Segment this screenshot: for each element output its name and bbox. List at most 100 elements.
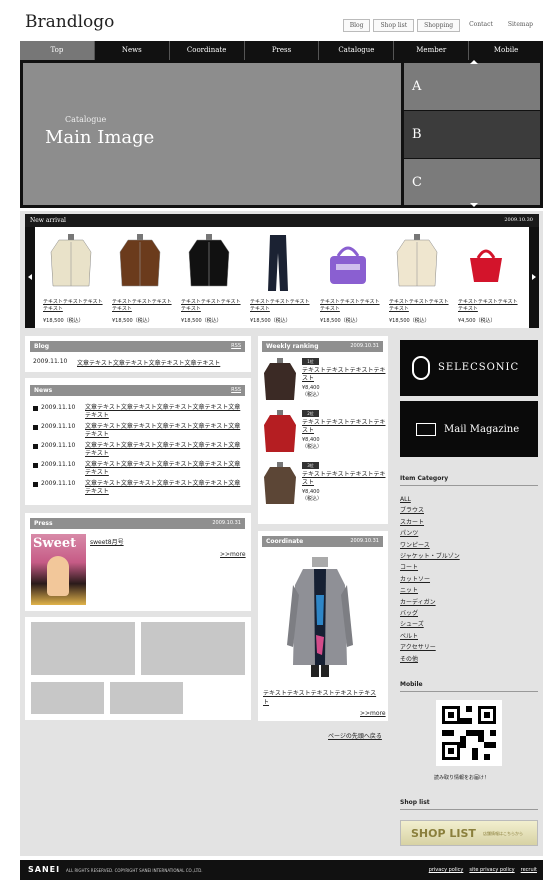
page-top-link[interactable]: ページの先頭へ戻る xyxy=(328,731,382,740)
new-arrival-item-price: ¥18,500（税込） xyxy=(320,318,361,324)
coat-icon xyxy=(49,233,93,293)
util-link-shop-list[interactable]: Shop list xyxy=(373,19,415,32)
ranking-product-name[interactable]: テキストテキストテキストテキスト xyxy=(302,419,386,435)
category-link[interactable]: ジャケット・ブルゾン xyxy=(400,551,538,562)
blog-rss-link[interactable]: RSS xyxy=(231,341,241,352)
ranking-product-image[interactable] xyxy=(263,358,297,402)
category-link[interactable]: バッグ xyxy=(400,608,538,619)
news-text[interactable]: 文章テキスト文章テキスト文章テキスト文章テキスト文章テキスト xyxy=(85,461,245,477)
banner-placeholder-1[interactable] xyxy=(31,622,135,675)
banner-placeholder-4[interactable] xyxy=(110,682,183,714)
news-text[interactable]: 文章テキスト文章テキスト文章テキスト文章テキスト文章テキスト xyxy=(85,442,245,458)
scroll-down-icon[interactable] xyxy=(470,203,478,207)
news-list-item[interactable]: 2009.11.10 文章テキスト文章テキスト文章テキスト文章テキスト文章テキスト xyxy=(33,404,245,420)
magazine-model xyxy=(47,556,69,596)
press-header: Press 2009.10.31 xyxy=(30,518,245,529)
new-arrival-item[interactable]: テキストテキストテキストテキスト ¥4,500（税込） xyxy=(454,233,518,328)
blog-text: 文章テキスト文章テキスト文章テキスト文章テキスト xyxy=(77,360,221,367)
shop-list-banner[interactable]: SHOP LIST 店舗情報はこちらから xyxy=(400,820,538,846)
nav-top[interactable]: Top xyxy=(20,41,94,60)
category-link[interactable]: ベルト xyxy=(400,631,538,642)
coordinate-image[interactable] xyxy=(285,555,355,680)
hero-tab-a[interactable]: A xyxy=(404,63,540,110)
category-link[interactable]: ワンピース xyxy=(400,540,538,551)
qr-code[interactable] xyxy=(436,700,502,766)
nav-mobile[interactable]: Mobile xyxy=(468,41,543,60)
category-link[interactable]: アクセサリー xyxy=(400,642,538,653)
carousel-prev-icon[interactable] xyxy=(25,227,35,328)
new-arrival-item-name[interactable]: テキストテキストテキストテキスト xyxy=(320,299,384,313)
hero-tab-c[interactable]: C xyxy=(404,159,540,205)
new-arrival-item-name[interactable]: テキストテキストテキストテキスト xyxy=(389,299,453,313)
hero-main-image[interactable]: Catalogue Main Image xyxy=(23,63,401,205)
category-link[interactable]: パンツ xyxy=(400,528,538,539)
news-text[interactable]: 文章テキスト文章テキスト文章テキスト文章テキスト文章テキスト xyxy=(85,423,245,439)
new-arrival-item[interactable]: テキストテキストテキストテキスト ¥18,500（税込） xyxy=(385,233,449,328)
category-link[interactable]: カーディガン xyxy=(400,597,538,608)
ranking-product-image[interactable] xyxy=(263,462,297,506)
ranking-product-name[interactable]: テキストテキストテキストテキスト xyxy=(302,471,386,487)
shop-list-banner-sub: 店舗情報はこちらから xyxy=(483,831,523,836)
mail-magazine-banner[interactable]: Mail Magazine xyxy=(400,401,538,457)
news-list-item[interactable]: 2009.11.10 文章テキスト文章テキスト文章テキスト文章テキスト文章テキスト xyxy=(33,423,245,439)
new-arrival-item[interactable]: テキストテキストテキストテキスト ¥18,500（税込） xyxy=(108,233,172,328)
nav-press[interactable]: Press xyxy=(243,41,319,60)
bullet-icon xyxy=(33,406,38,411)
press-more-link[interactable]: >>more xyxy=(220,551,246,558)
blog-entry[interactable]: 2009.11.10 文章テキスト文章テキスト文章テキスト文章テキスト xyxy=(33,358,220,367)
news-list-item[interactable]: 2009.11.10 文章テキスト文章テキスト文章テキスト文章テキスト文章テキスト xyxy=(33,461,245,477)
nav-coordinate[interactable]: Coordinate xyxy=(168,41,244,60)
category-link[interactable]: コート xyxy=(400,562,538,573)
bullet-icon xyxy=(33,463,38,468)
new-arrival-item[interactable]: テキストテキストテキストテキスト ¥18,500（税込） xyxy=(316,233,380,328)
new-arrival-item-name[interactable]: テキストテキストテキストテキスト xyxy=(250,299,314,313)
category-link[interactable]: その他 xyxy=(400,654,538,665)
new-arrival-item-price: ¥18,500（税込） xyxy=(181,318,222,324)
press-magazine-cover[interactable]: Sweet xyxy=(31,534,86,605)
blog-title: Blog xyxy=(34,343,50,350)
new-arrival-item-name[interactable]: テキストテキストテキストテキスト xyxy=(181,299,245,313)
new-arrival-item-name[interactable]: テキストテキストテキストテキスト xyxy=(43,299,107,313)
util-link-sitemap[interactable]: Sitemap xyxy=(502,19,539,32)
news-list-item[interactable]: 2009.11.10 文章テキスト文章テキスト文章テキスト文章テキスト文章テキスト xyxy=(33,480,245,496)
press-issue-link[interactable]: sweet8月号 xyxy=(90,537,124,546)
category-link[interactable]: スカート xyxy=(400,517,538,528)
footer-link-recruit[interactable]: recruit xyxy=(521,867,537,873)
category-link[interactable]: カットソー xyxy=(400,574,538,585)
coordinate-text-link[interactable]: テキストテキストテキストテキストテキスト xyxy=(263,689,381,707)
hero-tab-b[interactable]: B xyxy=(404,111,540,158)
category-link[interactable]: ALL xyxy=(400,494,538,505)
carousel-next-icon[interactable] xyxy=(529,227,539,328)
news-text[interactable]: 文章テキスト文章テキスト文章テキスト文章テキスト文章テキスト xyxy=(85,480,245,496)
brand-logo[interactable]: Brandlogo xyxy=(25,12,114,32)
new-arrival-item-price: ¥4,500（税込） xyxy=(458,318,496,324)
util-link-blog[interactable]: Blog xyxy=(342,19,371,32)
util-link-contact[interactable]: Contact xyxy=(463,19,499,32)
util-link-shopping[interactable]: Shopping xyxy=(417,19,461,32)
category-link[interactable]: ブラウス xyxy=(400,505,538,516)
banner-placeholder-3[interactable] xyxy=(31,682,104,714)
new-arrival-item[interactable]: テキストテキストテキストテキスト ¥18,500（税込） xyxy=(39,233,103,328)
nav-news[interactable]: News xyxy=(93,41,169,60)
new-arrival-item[interactable]: テキストテキストテキストテキスト ¥18,500（税込） xyxy=(246,233,310,328)
nav-member[interactable]: Member xyxy=(393,41,468,60)
footer-link-site-privacy[interactable]: site privacy policy xyxy=(469,867,514,873)
selecsonic-banner[interactable]: SELECSONIC xyxy=(400,340,538,396)
news-list-item[interactable]: 2009.11.10 文章テキスト文章テキスト文章テキスト文章テキスト文章テキスト xyxy=(33,442,245,458)
new-arrival-item-name[interactable]: テキストテキストテキストテキスト xyxy=(458,299,522,313)
news-rss-link[interactable]: RSS xyxy=(231,385,241,396)
coordinate-more-link[interactable]: >>more xyxy=(360,710,386,717)
nav-catalogue[interactable]: Catalogue xyxy=(318,41,393,60)
scroll-up-icon[interactable] xyxy=(470,60,478,64)
banner-placeholder-2[interactable] xyxy=(141,622,245,675)
news-text[interactable]: 文章テキスト文章テキスト文章テキスト文章テキスト文章テキスト xyxy=(85,404,245,420)
utility-nav: Blog Shop list Shopping Contact Sitemap xyxy=(342,19,539,32)
ranking-date: 2009.10.31 xyxy=(350,343,379,349)
ranking-product-name[interactable]: テキストテキストテキストテキスト xyxy=(302,367,386,383)
new-arrival-item-name[interactable]: テキストテキストテキストテキスト xyxy=(112,299,176,313)
category-link[interactable]: シューズ xyxy=(400,619,538,630)
category-link[interactable]: ニット xyxy=(400,585,538,596)
new-arrival-item[interactable]: テキストテキストテキストテキスト ¥18,500（税込） xyxy=(177,233,241,328)
ranking-product-image[interactable] xyxy=(263,410,297,454)
footer-link-privacy[interactable]: privacy policy xyxy=(429,867,464,873)
